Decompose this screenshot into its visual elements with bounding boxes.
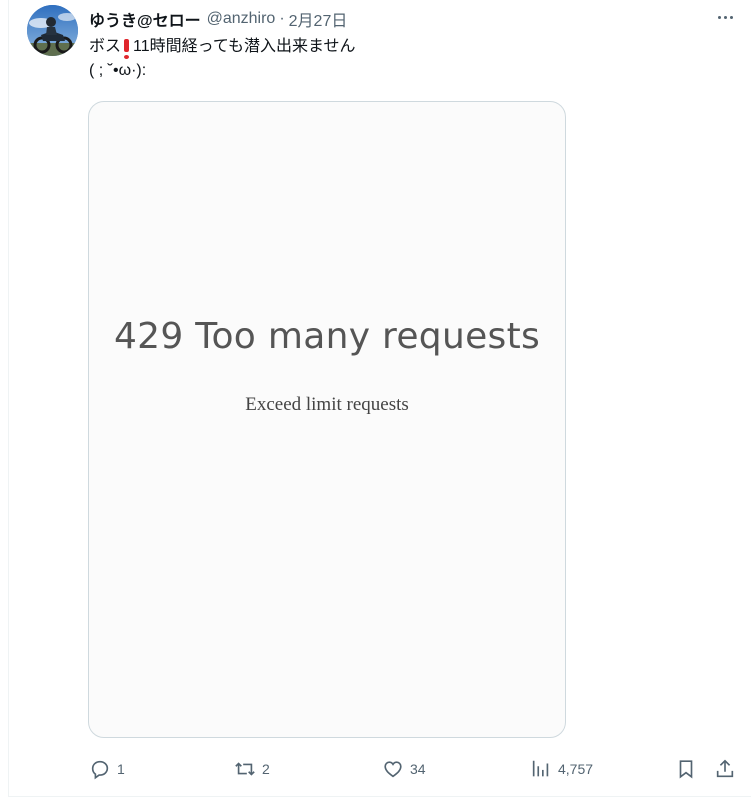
view-count: 4,757 [558, 761, 594, 777]
tweet-text: ボス 11時間経っても潜入出来ません ( ; ˘•ω·): [89, 35, 356, 83]
user-handle[interactable]: @anzhiro [207, 10, 276, 28]
avatar[interactable] [27, 5, 78, 56]
action-bar: 1 2 34 4,757 [0, 756, 751, 782]
views-button[interactable]: 4,757 [530, 756, 593, 782]
tweet-text-line-2: ( ; ˘•ω·): [89, 62, 147, 79]
tweet-date[interactable]: 2月27日 [289, 7, 348, 31]
heavy-exclamation-mark-icon [124, 39, 130, 59]
reply-count: 1 [117, 761, 125, 777]
retweet-icon [235, 762, 255, 776]
reply-icon [91, 760, 109, 780]
retweet-button[interactable]: 2 [234, 756, 270, 782]
analytics-icon [532, 760, 549, 777]
separator: · [279, 10, 285, 27]
retweet-count: 2 [262, 761, 270, 777]
tweet-header: ゆうき@セロー @anzhiro · 2月27日 [89, 8, 347, 30]
bookmark-icon [679, 760, 693, 779]
motorcycle-rider-icon [27, 5, 78, 56]
bookmark-button[interactable] [675, 756, 697, 782]
error-title: 429 Too many requests [113, 316, 541, 357]
media-image[interactable]: 429 Too many requests Exceed limit reque… [88, 101, 566, 738]
tweet-text-end: 11時間経っても潜入出来ません [133, 38, 356, 55]
share-icon [716, 759, 734, 778]
reply-button[interactable]: 1 [89, 756, 125, 782]
like-count: 34 [410, 761, 426, 777]
share-button[interactable] [714, 756, 736, 782]
tweet-text-start: ボス [89, 38, 122, 55]
more-options-icon[interactable] [713, 7, 737, 27]
tweet-text-line-1: ボス 11時間経っても潜入出来ません [89, 35, 356, 59]
heart-icon [384, 761, 402, 778]
display-name[interactable]: ゆうき@セロー [89, 7, 201, 31]
error-subtitle: Exceed limit requests [245, 394, 409, 415]
like-button[interactable]: 34 [382, 756, 426, 782]
